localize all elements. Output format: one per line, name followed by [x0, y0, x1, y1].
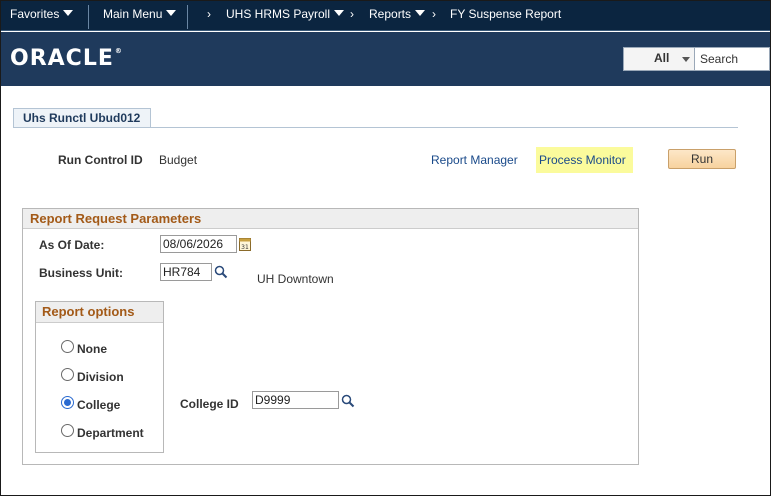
breadcrumb-reports[interactable]: Reports	[369, 7, 426, 21]
favorites-menu[interactable]: Favorites	[10, 7, 74, 21]
breadcrumb-uhs-hrms-payroll[interactable]: UHS HRMS Payroll	[226, 7, 345, 21]
chevron-down-icon	[682, 57, 690, 62]
radio-none-label: None	[77, 342, 107, 356]
run-control-id-value: Budget	[159, 153, 198, 167]
college-id-label: College ID	[180, 397, 239, 411]
business-unit-description: UH Downtown	[257, 272, 334, 286]
tab-uhs-runctl[interactable]: Uhs Runctl Ubud012	[13, 108, 151, 128]
radio-department[interactable]	[61, 424, 74, 437]
oracle-logo: ORACLE®	[10, 46, 123, 71]
search-scope-label: All	[654, 51, 670, 65]
group-title: Report Request Parameters	[23, 209, 638, 229]
tab-divider	[13, 127, 738, 128]
main-menu-dropdown-icon	[166, 10, 177, 16]
radio-department-label: Department	[77, 426, 144, 440]
process-monitor-link[interactable]: Process Monitor	[536, 147, 633, 173]
logo-text: ORACLE	[10, 46, 114, 71]
breadcrumb-fy-suspense-report[interactable]: FY Suspense Report	[450, 7, 561, 21]
favorites-label: Favorites	[10, 7, 60, 21]
breadcrumb-chevron-icon: ›	[432, 7, 436, 21]
calendar-icon[interactable]: 31	[239, 237, 251, 251]
breadcrumb-dropdown-icon	[415, 10, 426, 16]
report-options-title: Report options	[36, 302, 163, 323]
report-manager-link[interactable]: Report Manager	[431, 153, 518, 167]
run-control-id-label: Run Control ID	[58, 153, 143, 167]
business-unit-label: Business Unit:	[39, 266, 124, 280]
breadcrumb-dropdown-icon	[334, 10, 345, 16]
favorites-dropdown-icon	[63, 10, 74, 16]
as-of-date-input[interactable]	[160, 235, 237, 253]
radio-none[interactable]	[61, 340, 74, 353]
branding-header: ORACLE® All	[1, 32, 770, 86]
registered-mark: ®	[114, 47, 123, 55]
top-nav-bar: Favorites Main Menu › UHS HRMS Payroll ›…	[1, 1, 770, 31]
college-id-input[interactable]	[252, 391, 339, 409]
svg-text:31: 31	[241, 244, 249, 251]
breadcrumb-label: Reports	[369, 7, 412, 21]
radio-division[interactable]	[61, 368, 74, 381]
search-input[interactable]	[695, 47, 770, 71]
main-menu-label: Main Menu	[103, 7, 163, 21]
breadcrumb-chevron-icon: ›	[207, 7, 211, 21]
breadcrumb-label: UHS HRMS Payroll	[226, 7, 331, 21]
radio-division-label: Division	[77, 370, 124, 384]
main-menu[interactable]: Main Menu	[103, 7, 177, 21]
lookup-icon[interactable]	[214, 265, 228, 279]
nav-separator	[88, 5, 89, 29]
lookup-icon[interactable]	[341, 394, 355, 408]
radio-college-label: College	[77, 398, 121, 412]
radio-college[interactable]	[61, 396, 74, 409]
search-scope-select[interactable]: All	[623, 47, 695, 71]
as-of-date-label: As Of Date:	[39, 238, 105, 252]
breadcrumb-chevron-icon: ›	[350, 7, 354, 21]
run-button[interactable]: Run	[668, 149, 736, 169]
business-unit-input[interactable]	[160, 263, 212, 281]
nav-separator	[187, 5, 188, 29]
